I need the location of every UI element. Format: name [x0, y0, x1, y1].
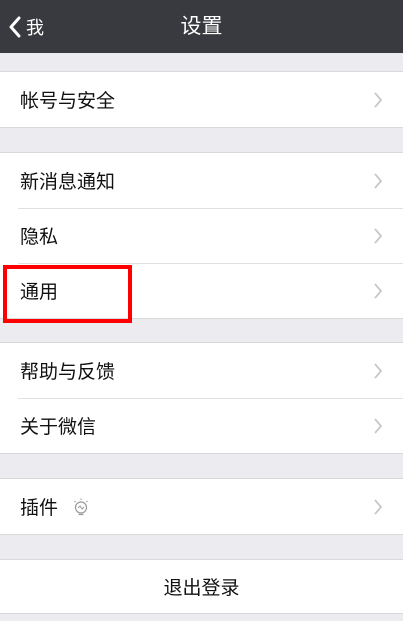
chevron-right-icon	[374, 362, 383, 379]
settings-item-label: 帮助与反馈	[20, 361, 116, 383]
chevron-right-icon	[374, 91, 383, 108]
settings-item-label: 隐私	[20, 226, 59, 248]
back-button[interactable]: 我	[8, 0, 44, 53]
logout-button[interactable]: 退出登录	[0, 560, 403, 613]
logout-label: 退出登录	[163, 577, 240, 599]
settings-item-about[interactable]: 关于微信	[0, 398, 403, 453]
back-label: 我	[26, 17, 44, 39]
page-title: 设置	[180, 14, 223, 38]
chevron-right-icon	[374, 227, 383, 244]
settings-item-general[interactable]: 通用	[0, 263, 403, 318]
logout-group: 退出登录	[0, 559, 403, 614]
general-group: 新消息通知 隐私 通用	[0, 152, 403, 319]
help-group: 帮助与反馈 关于微信	[0, 342, 403, 454]
chevron-right-icon	[374, 498, 383, 515]
chevron-right-icon	[374, 172, 383, 189]
lightbulb-icon	[74, 498, 88, 515]
settings-item-label: 插件	[20, 497, 59, 519]
navigation-bar: 我 设置	[0, 0, 403, 53]
chevron-right-icon	[374, 282, 383, 299]
chevron-right-icon	[374, 417, 383, 434]
settings-item-notifications[interactable]: 新消息通知	[0, 153, 403, 208]
account-group: 帐号与安全	[0, 71, 403, 128]
settings-item-label: 通用	[20, 281, 59, 303]
settings-item-account-security[interactable]: 帐号与安全	[0, 72, 403, 127]
settings-item-help-feedback[interactable]: 帮助与反馈	[0, 343, 403, 398]
chevron-left-icon	[8, 16, 22, 38]
settings-item-label: 关于微信	[20, 416, 97, 438]
plugins-group: 插件	[0, 478, 403, 535]
settings-item-label: 新消息通知	[20, 171, 116, 193]
settings-item-privacy[interactable]: 隐私	[0, 208, 403, 263]
settings-screen: 我 设置 帐号与安全 新消息通知 隐私 通用 帮助与反馈 关于微信 插件 退出登…	[0, 0, 403, 621]
settings-item-plugins[interactable]: 插件	[0, 479, 403, 534]
settings-item-label: 帐号与安全	[20, 90, 116, 112]
